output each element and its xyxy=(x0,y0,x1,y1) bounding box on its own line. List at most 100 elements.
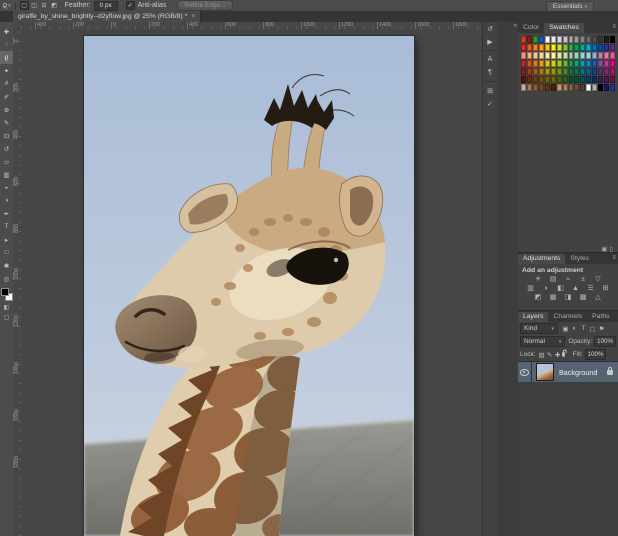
color-swatch[interactable] xyxy=(569,44,574,51)
color-swatch[interactable] xyxy=(521,84,526,91)
character-icon[interactable]: A xyxy=(483,53,497,66)
color-swatch[interactable] xyxy=(580,68,585,75)
history-icon[interactable]: ↺ xyxy=(483,22,497,35)
color-swatch[interactable] xyxy=(521,52,526,59)
color-swatch[interactable] xyxy=(580,84,585,91)
color-swatch[interactable] xyxy=(563,44,568,51)
filter-adjustment-layers-icon[interactable]: ◐ xyxy=(570,324,579,333)
color-swatch[interactable] xyxy=(521,76,526,83)
gradient-tool[interactable]: ▥ xyxy=(0,168,13,181)
brush-tool[interactable]: ✎ xyxy=(0,116,13,129)
color-swatch[interactable] xyxy=(580,60,585,67)
color-swatch[interactable] xyxy=(545,84,550,91)
color-swatch[interactable] xyxy=(569,36,574,43)
panel-menu-icon[interactable]: ≡ xyxy=(612,255,616,261)
color-swatch[interactable] xyxy=(592,84,597,91)
filter-shape-layers-icon[interactable]: ▢ xyxy=(588,324,597,333)
color-swatch[interactable] xyxy=(592,44,597,51)
lock-pixels-icon[interactable]: ✎ xyxy=(546,350,554,359)
color-swatch[interactable] xyxy=(545,44,550,51)
color-swatch[interactable] xyxy=(521,68,526,75)
color-swatch[interactable] xyxy=(521,44,526,51)
color-swatch[interactable] xyxy=(574,36,579,43)
color-swatch[interactable] xyxy=(533,84,538,91)
paragraph-icon[interactable]: ¶ xyxy=(483,66,497,79)
color-swatch[interactable] xyxy=(610,84,615,91)
path-selection-tool[interactable]: ▸ xyxy=(0,233,13,246)
brightness-contrast-icon[interactable]: ☀ xyxy=(533,275,543,283)
color-swatch[interactable] xyxy=(533,60,538,67)
color-swatch[interactable] xyxy=(598,76,603,83)
color-swatch[interactable] xyxy=(551,84,556,91)
color-swatch[interactable] xyxy=(521,36,526,43)
color-swatch[interactable] xyxy=(604,52,609,59)
color-swatch[interactable] xyxy=(527,84,532,91)
photo-filter-icon[interactable]: ▲ xyxy=(571,284,581,292)
color-swatch[interactable] xyxy=(539,60,544,67)
levels-icon[interactable]: ▤ xyxy=(548,275,558,283)
refine-edge-button[interactable]: Refine Edge... xyxy=(177,0,232,11)
color-swatch[interactable] xyxy=(563,60,568,67)
color-swatch[interactable] xyxy=(580,52,585,59)
color-swatch[interactable] xyxy=(557,76,562,83)
color-swatch[interactable] xyxy=(533,68,538,75)
color-swatch[interactable] xyxy=(604,84,609,91)
color-swatch[interactable] xyxy=(598,84,603,91)
color-swatch[interactable] xyxy=(574,60,579,67)
color-swatch[interactable] xyxy=(610,68,615,75)
color-swatch[interactable] xyxy=(574,84,579,91)
color-swatch[interactable] xyxy=(569,60,574,67)
color-swatch[interactable] xyxy=(598,52,603,59)
quick-selection-tool[interactable]: ✦ xyxy=(0,64,13,77)
zoom-tool[interactable]: ◎ xyxy=(0,272,13,285)
visibility-toggle[interactable] xyxy=(518,362,532,382)
color-swatch[interactable] xyxy=(598,44,603,51)
color-swatch[interactable] xyxy=(610,60,615,67)
history-brush-tool[interactable]: ↺ xyxy=(0,142,13,155)
color-swatch[interactable] xyxy=(551,68,556,75)
color-lookup-icon[interactable]: ⊞ xyxy=(601,284,611,292)
exposure-icon[interactable]: ± xyxy=(578,275,588,283)
color-swatch[interactable] xyxy=(586,36,591,43)
clone-source-icon[interactable]: ⊞ xyxy=(483,84,497,97)
color-swatch[interactable] xyxy=(574,52,579,59)
tab-swatches[interactable]: Swatches xyxy=(544,23,583,33)
color-swatch[interactable] xyxy=(527,36,532,43)
color-swatch[interactable] xyxy=(551,36,556,43)
filter-smart-objects-icon[interactable]: ⚑ xyxy=(597,324,606,333)
color-swatch[interactable] xyxy=(557,36,562,43)
intersect-selection-button[interactable]: ◩ xyxy=(50,1,59,10)
tab-paths[interactable]: Paths xyxy=(587,312,614,322)
color-swatch[interactable] xyxy=(580,76,585,83)
color-swatch[interactable] xyxy=(557,60,562,67)
dodge-tool[interactable]: ◑ xyxy=(0,194,13,207)
hue-saturation-icon[interactable]: ▥ xyxy=(526,284,536,292)
color-swatch[interactable] xyxy=(527,52,532,59)
color-swatch[interactable] xyxy=(592,60,597,67)
color-swatch[interactable] xyxy=(545,60,550,67)
color-swatch[interactable] xyxy=(574,68,579,75)
color-swatch[interactable] xyxy=(539,44,544,51)
color-swatch[interactable] xyxy=(551,44,556,51)
color-swatch[interactable] xyxy=(604,60,609,67)
shape-tool[interactable]: □ xyxy=(0,246,13,259)
color-swatch[interactable] xyxy=(545,68,550,75)
canvas-area[interactable] xyxy=(21,29,482,536)
clone-stamp-tool[interactable]: ⊡ xyxy=(0,129,13,142)
eyedropper-tool[interactable]: ✐ xyxy=(0,90,13,103)
color-swatch[interactable] xyxy=(545,52,550,59)
invert-icon[interactable]: ◩ xyxy=(533,293,543,301)
color-swatch[interactable] xyxy=(527,76,532,83)
tab-styles[interactable]: Styles xyxy=(565,254,594,264)
healing-brush-tool[interactable]: ⊕ xyxy=(0,103,13,116)
crop-tool[interactable]: # xyxy=(0,77,13,90)
lock-all-icon[interactable] xyxy=(562,350,570,359)
color-swatch[interactable] xyxy=(604,36,609,43)
add-to-selection-button[interactable]: ◫ xyxy=(30,1,39,10)
color-swatch[interactable] xyxy=(598,68,603,75)
lock-transparency-icon[interactable]: ▨ xyxy=(538,350,546,359)
color-swatch[interactable] xyxy=(580,36,585,43)
tab-adjustments[interactable]: Adjustments xyxy=(518,254,565,264)
type-tool[interactable]: T xyxy=(0,220,13,233)
lock-position-icon[interactable]: ✚ xyxy=(554,350,562,359)
